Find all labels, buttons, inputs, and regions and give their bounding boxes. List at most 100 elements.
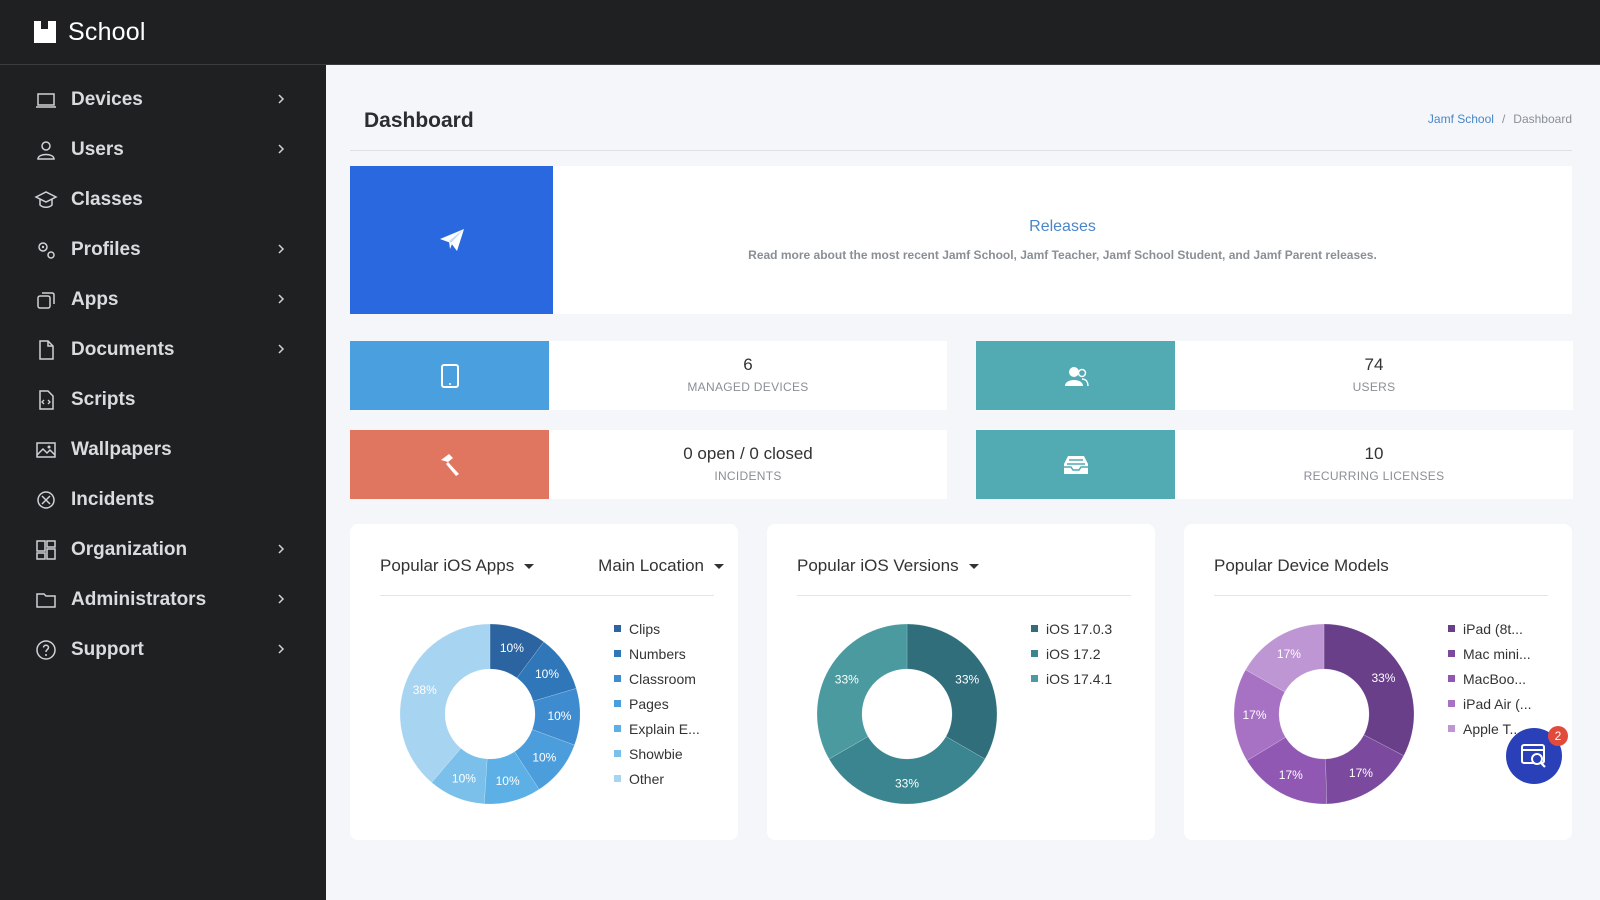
legend-item-numbers[interactable]: Numbers: [614, 641, 700, 666]
sidebar-item-label: Wallpapers: [71, 439, 172, 460]
managed-devices-label: MANAGED DEVICES: [687, 380, 809, 394]
managed-devices-value: 6: [743, 355, 753, 374]
recurring-licenses-card[interactable]: 10 RECURRING LICENSES: [976, 430, 1573, 499]
search-window-icon: [1521, 744, 1546, 768]
legend-item-macboo[interactable]: MacBoo...: [1448, 666, 1531, 691]
donut-data-label: 33%: [895, 777, 919, 791]
sidebar-item-incidents[interactable]: Incidents: [0, 475, 326, 525]
sidebar-item-apps[interactable]: Apps: [0, 275, 326, 325]
breadcrumb-separator: /: [1501, 112, 1506, 126]
sidebar-item-organization[interactable]: Organization: [0, 525, 326, 575]
users-label: USERS: [1352, 380, 1396, 394]
donut-data-label: 10%: [496, 774, 520, 788]
legend-label: iOS 17.2: [1046, 645, 1101, 662]
legend-swatch: [614, 625, 621, 632]
legend-item-pages[interactable]: Pages: [614, 691, 700, 716]
location-dropdown-value: Main Location: [598, 556, 704, 575]
popular-ios-versions-donut-chart[interactable]: 33% 33% 33%: [817, 624, 997, 804]
folder-icon: [36, 593, 56, 608]
donut-slice-ios-17-4-1[interactable]: [817, 624, 908, 760]
support-chat-button[interactable]: 2: [1506, 726, 1568, 784]
legend-swatch: [614, 750, 621, 757]
chevron-right-icon: [278, 94, 285, 104]
card-divider: [380, 595, 714, 596]
popular-ios-apps-card: Popular iOS Apps Main Location 10% 10% 10%…: [350, 524, 738, 840]
popular-ios-versions-legend: iOS 17.0.3 iOS 17.2 iOS 17.4.1: [1031, 616, 1112, 691]
legend-item-ipad-8t[interactable]: iPad (8t...: [1448, 616, 1531, 641]
legend-item-explain-e[interactable]: Explain E...: [614, 716, 700, 741]
popular-ios-apps-donut-chart[interactable]: 10% 10% 10% 10% 10% 10% 38%: [400, 624, 580, 804]
caret-down-icon: [968, 563, 979, 569]
card-divider: [1214, 595, 1548, 596]
location-dropdown[interactable]: Main Location: [598, 556, 724, 576]
popular-ios-versions-dropdown[interactable]: Popular iOS Versions: [797, 556, 979, 576]
donut-slice-ipad-8t[interactable]: [1323, 624, 1414, 757]
chevron-right-icon: [278, 244, 285, 254]
legend-label: Clips: [629, 620, 661, 637]
legend-item-ios-17-4-1[interactable]: iOS 17.4.1: [1031, 666, 1112, 691]
legend-swatch: [1031, 675, 1038, 682]
graduation-cap-icon: [34, 191, 58, 208]
legend-item-ipad-air[interactable]: iPad Air (...: [1448, 691, 1531, 716]
sidebar-item-profiles[interactable]: Profiles: [0, 225, 326, 275]
legend-swatch: [1448, 675, 1455, 682]
sidebar-item-documents[interactable]: Documents: [0, 325, 326, 375]
popular-ios-versions-card: Popular iOS Versions 33% 33% 33% iOS 17.0.…: [767, 524, 1155, 840]
sidebar-item-support[interactable]: Support: [0, 625, 326, 675]
popular-ios-apps-dropdown[interactable]: Popular iOS Apps: [380, 556, 535, 576]
legend-item-showbie[interactable]: Showbie: [614, 741, 700, 766]
breadcrumb-current: Dashboard: [1513, 112, 1572, 126]
legend-label: MacBoo...: [1463, 670, 1527, 687]
sidebar-item-wallpapers[interactable]: Wallpapers: [0, 425, 326, 475]
sidebar-item-scripts[interactable]: Scripts: [0, 375, 326, 425]
sidebar-item-label: Incidents: [71, 489, 155, 510]
gears-icon: [38, 242, 55, 259]
legend-label: iPad (8t...: [1463, 620, 1523, 637]
legend-item-other[interactable]: Other: [614, 766, 700, 791]
users-card[interactable]: 74 USERS: [976, 341, 1573, 410]
sidebar-item-label: Scripts: [71, 389, 136, 410]
legend-label: Classroom: [629, 670, 696, 687]
donut-slice-ios-17-2[interactable]: [828, 736, 986, 805]
legend-label: Mac mini...: [1463, 645, 1531, 662]
recurring-licenses-icon-block: [976, 430, 1175, 499]
legend-label: Apple T...: [1463, 720, 1522, 737]
sidebar-item-label: Organization: [71, 539, 188, 560]
legend-label: Pages: [629, 695, 669, 712]
legend-item-classroom[interactable]: Classroom: [614, 666, 700, 691]
breadcrumb-root-link[interactable]: Jamf School: [1428, 112, 1494, 126]
incidents-card[interactable]: 0 open / 0 closed INCIDENTS: [350, 430, 947, 499]
image-icon: [36, 442, 56, 458]
sidebar-item-classes[interactable]: Classes: [0, 175, 326, 225]
popular-device-models-title: Popular Device Models: [1214, 556, 1389, 575]
releases-title[interactable]: Releases: [553, 218, 1572, 236]
legend-item-mac-mini[interactable]: Mac mini...: [1448, 641, 1531, 666]
sidebar-item-administrators[interactable]: Administrators: [0, 575, 326, 625]
recurring-licenses-label: RECURRING LICENSES: [1303, 469, 1445, 483]
legend-item-ios-17-2[interactable]: iOS 17.2: [1031, 641, 1112, 666]
jamf-logo-icon: [34, 21, 56, 43]
caret-down-icon: [714, 563, 724, 569]
help-icon: [36, 640, 56, 660]
legend-swatch: [1031, 650, 1038, 657]
popular-device-models-donut-chart[interactable]: 33% 17% 17% 17% 17%: [1234, 624, 1414, 804]
chevron-right-icon: [278, 594, 285, 604]
legend-item-clips[interactable]: Clips: [614, 616, 700, 641]
legend-label: Numbers: [629, 645, 686, 662]
legend-swatch: [614, 775, 621, 782]
paper-plane-icon: [439, 229, 464, 251]
legend-item-ios-17-0-3[interactable]: iOS 17.0.3: [1031, 616, 1112, 641]
legend-label: Showbie: [629, 745, 683, 762]
legend-label: iOS 17.0.3: [1046, 620, 1113, 637]
chevron-right-icon: [278, 294, 285, 304]
sidebar-item-users[interactable]: Users: [0, 125, 326, 175]
inbox-tray-icon: [1063, 455, 1088, 474]
legend-swatch: [1448, 700, 1455, 707]
sidebar-item-devices[interactable]: Devices: [0, 75, 326, 125]
legend-swatch: [614, 700, 621, 707]
recurring-licenses-value: 10: [1364, 444, 1384, 463]
donut-slice-ios-17-0-3[interactable]: [906, 624, 997, 760]
managed-devices-card[interactable]: 6 MANAGED DEVICES: [350, 341, 947, 410]
main-content: Dashboard Jamf School / Dashboard Releas…: [326, 65, 1600, 900]
releases-card[interactable]: Releases Read more about the most recent…: [350, 166, 1572, 314]
